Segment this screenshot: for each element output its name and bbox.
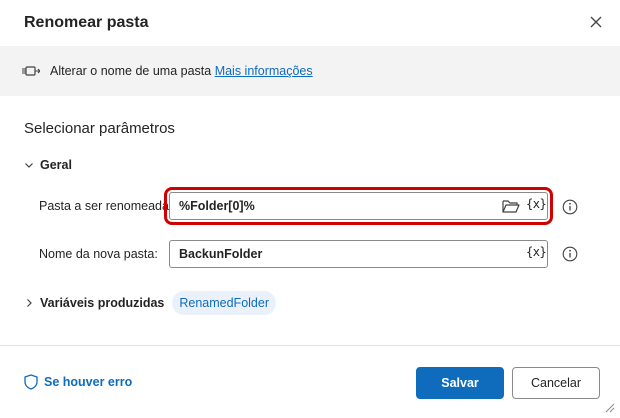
more-info-link[interactable]: Mais informações xyxy=(215,64,313,78)
footer-divider xyxy=(0,345,620,346)
produced-variable-pill[interactable]: RenamedFolder xyxy=(172,291,276,315)
chevron-down-icon xyxy=(25,163,33,168)
insert-variable-button[interactable]: {x} xyxy=(526,245,547,259)
insert-variable-button[interactable]: {x} xyxy=(526,197,547,211)
folder-to-rename-input[interactable] xyxy=(179,199,479,213)
shield-icon xyxy=(24,374,38,390)
info-bar: Alterar o nome de uma pasta Mais informa… xyxy=(0,46,620,96)
info-description: Alterar o nome de uma pasta xyxy=(50,64,212,78)
general-group-label: Geral xyxy=(40,158,72,172)
info-icon[interactable] xyxy=(562,199,578,215)
close-icon xyxy=(590,16,602,28)
general-group-toggle[interactable]: Geral xyxy=(24,156,72,174)
save-button[interactable]: Salvar xyxy=(416,367,504,399)
new-folder-name-label: Nome da nova pasta: xyxy=(39,247,158,261)
rename-folder-dialog: Renomear pasta Alterar o nome de uma pas… xyxy=(0,0,620,418)
chevron-right-icon[interactable] xyxy=(24,298,34,308)
produced-variables-row: Variáveis produzidas RenamedFolder xyxy=(24,291,276,315)
action-icon xyxy=(22,66,40,76)
new-folder-name-input[interactable] xyxy=(179,247,479,261)
resize-grip-icon[interactable] xyxy=(603,401,615,413)
folder-to-rename-field[interactable]: {x} xyxy=(164,187,553,225)
close-button[interactable] xyxy=(584,10,608,34)
dialog-header: Renomear pasta xyxy=(0,0,620,46)
dialog-title: Renomear pasta xyxy=(24,14,149,31)
cancel-button[interactable]: Cancelar xyxy=(512,367,600,399)
on-error-link[interactable]: Se houver erro xyxy=(24,374,132,390)
new-folder-name-field[interactable]: {x} xyxy=(169,240,548,268)
folder-to-rename-label: Pasta a ser renomeada: xyxy=(39,199,173,213)
info-icon[interactable] xyxy=(562,246,578,262)
folder-open-icon[interactable] xyxy=(502,199,520,213)
section-title: Selecionar parâmetros xyxy=(24,120,175,137)
produced-variables-label[interactable]: Variáveis produzidas xyxy=(40,296,164,310)
on-error-label: Se houver erro xyxy=(44,375,133,389)
info-text: Alterar o nome de uma pasta Mais informa… xyxy=(50,64,313,78)
